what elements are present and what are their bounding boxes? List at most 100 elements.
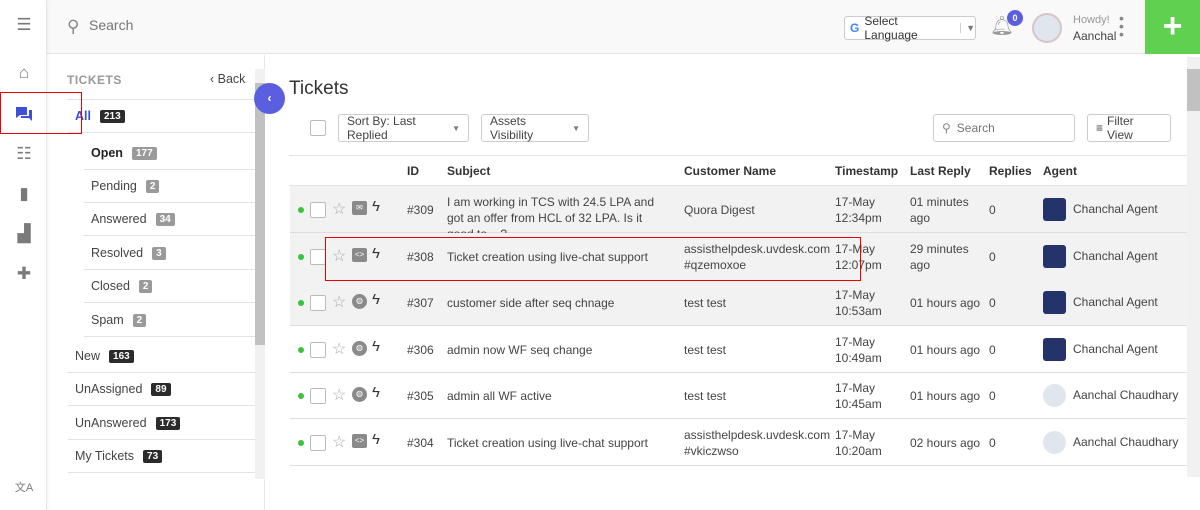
globe-icon: ◍ (352, 340, 367, 356)
ticket-search-input[interactable] (956, 121, 1057, 135)
count-badge: 213 (99, 109, 125, 123)
table-row[interactable]: ☆ <> ϟ #308 Ticket creation using live-ch… (290, 232, 1187, 280)
ticket-time: 10:45am (835, 397, 882, 412)
panel-scrollbar[interactable] (255, 69, 265, 479)
ticket-subject[interactable]: Ticket creation using live-chat support (447, 435, 672, 451)
ticket-time: 12:07pm (835, 257, 882, 272)
panel-item-closed[interactable]: Closed 2 (84, 270, 255, 303)
star-icon[interactable]: ☆ (332, 339, 346, 359)
book-icon[interactable]: ▮ (14, 184, 34, 204)
row-checkbox[interactable] (310, 202, 326, 218)
count-badge: 163 (109, 349, 134, 363)
sort-dropdown[interactable]: Sort By: Last Replied ▼ (338, 114, 469, 142)
collapse-panel-button[interactable]: ‹ (254, 83, 285, 114)
main-scrollbar[interactable] (1187, 57, 1200, 477)
row-checkbox[interactable] (310, 248, 326, 265)
agent-name[interactable]: Aanchal Chaudhary (1073, 434, 1178, 450)
table-row[interactable]: ☆ ✉ ϟ #309 I am working in TCS with 24.5 … (290, 186, 1187, 241)
status-dot (298, 300, 304, 307)
ticket-id[interactable]: #306 (407, 342, 434, 358)
column-header[interactable]: Timestamp (835, 164, 898, 178)
list-icon[interactable]: ☷ (14, 144, 34, 164)
search-icon: ⚲ (67, 17, 80, 36)
panel-item-all[interactable]: All 213 (68, 100, 255, 133)
panel-item-label: UnAnswered (75, 416, 147, 430)
puzzle-icon[interactable]: ✚ (14, 264, 34, 284)
agent-name[interactable]: Aanchal Chaudhary (1073, 387, 1178, 403)
hamburger-icon: ≡ (1096, 121, 1104, 135)
ticket-subject[interactable]: admin now WF seq change (447, 342, 672, 358)
ticket-subject[interactable]: customer side after seq chnage (447, 295, 672, 311)
agent-name[interactable]: Chanchal Agent (1073, 341, 1158, 357)
column-header[interactable]: Subject (447, 164, 490, 178)
user-avatar[interactable] (1032, 13, 1062, 43)
code-icon: <> (352, 434, 367, 448)
row-checkbox[interactable] (310, 295, 326, 312)
scroll-thumb[interactable] (1187, 69, 1200, 111)
row-checkbox[interactable] (310, 341, 326, 358)
ticket-search-box[interactable]: ⚲ (933, 114, 1075, 142)
star-icon[interactable]: ☆ (332, 432, 346, 452)
reports-icon[interactable]: ▟ (14, 224, 34, 244)
translate-icon[interactable]: 文A (14, 478, 34, 498)
agent-name[interactable]: Chanchal Agent (1073, 201, 1158, 217)
replies-count: 0 (989, 203, 996, 217)
panel-item-pending[interactable]: Pending 2 (84, 170, 255, 203)
star-icon[interactable]: ☆ (332, 385, 346, 405)
ticket-id[interactable]: #309 (407, 202, 434, 218)
select-all-checkbox[interactable] (310, 120, 326, 136)
customer-name: assisthelpdesk.uvdesk.com (684, 428, 831, 442)
star-icon[interactable]: ☆ (332, 292, 346, 312)
bolt-icon: ϟ (372, 337, 380, 355)
row-checkbox[interactable] (310, 435, 326, 451)
create-button[interactable]: + (1145, 0, 1200, 54)
ticket-id[interactable]: #304 (407, 435, 434, 451)
scroll-thumb[interactable] (255, 83, 265, 345)
ticket-date: 17-May (835, 334, 876, 349)
filter-view-button[interactable]: ≡ Filter View (1087, 114, 1171, 142)
table-row[interactable]: ☆ ◍ ϟ #306 admin now WF seq change test t… (290, 326, 1187, 373)
column-header[interactable]: Agent (1043, 164, 1077, 178)
table-row[interactable]: ☆ ◍ ϟ #305 admin all WF active test test … (290, 372, 1187, 420)
panel-item-unassigned[interactable]: UnAssigned 89 (68, 373, 255, 406)
ticket-id[interactable]: #308 (407, 249, 434, 265)
count-badge: 2 (145, 179, 160, 193)
column-header[interactable]: Customer Name (684, 164, 776, 178)
ticket-date: 17-May (835, 428, 876, 442)
panel-item-spam[interactable]: Spam 2 (84, 304, 255, 337)
global-search-input[interactable] (89, 17, 389, 33)
column-header[interactable]: Last Reply (910, 164, 971, 178)
assets-visibility-dropdown[interactable]: Assets Visibility ▼ (481, 114, 589, 142)
language-select[interactable]: G Select Language ▼ (844, 14, 976, 42)
customer-id: #qzemoxoe (684, 257, 747, 272)
bolt-icon: ϟ (372, 384, 380, 402)
last-reply: 29 minutes ago (910, 241, 969, 272)
column-header[interactable]: ID (407, 164, 419, 178)
ticket-id[interactable]: #307 (407, 295, 434, 311)
star-icon[interactable]: ☆ (332, 246, 346, 266)
panel-item-answered[interactable]: Answered 34 (84, 203, 255, 236)
back-link[interactable]: ‹ Back (210, 72, 245, 86)
panel-item-open[interactable]: Open 177 (84, 137, 255, 170)
agent-name[interactable]: Chanchal Agent (1073, 248, 1158, 264)
row-checkbox[interactable] (310, 388, 326, 405)
home-icon[interactable]: ⌂ (14, 63, 34, 83)
panel-item-unanswered[interactable]: UnAnswered 173 (68, 407, 255, 440)
panel-item-resolved[interactable]: Resolved 3 (84, 237, 255, 270)
table-row[interactable]: ☆ ◍ ϟ #307 customer side after seq chnage… (290, 279, 1187, 327)
more-vertical-icon[interactable]: • • • (1119, 11, 1125, 41)
ticket-subject[interactable]: Ticket creation using live-chat support (447, 249, 672, 265)
ticket-time: 10:20am (835, 444, 882, 458)
tickets-chat-icon[interactable] (14, 104, 34, 124)
menu-icon[interactable]: ☰ (14, 15, 34, 35)
filter-view-label: Filter View (1107, 114, 1134, 142)
panel-item-my-tickets[interactable]: My Tickets 73 (68, 440, 255, 473)
table-row[interactable]: ☆ <> ϟ #304 Ticket creation using live-ch… (290, 419, 1187, 466)
star-icon[interactable]: ☆ (332, 199, 346, 219)
panel-item-new[interactable]: New 163 (68, 340, 255, 373)
ticket-id[interactable]: #305 (407, 388, 434, 404)
agent-name[interactable]: Chanchal Agent (1073, 294, 1158, 310)
ticket-subject[interactable]: admin all WF active (447, 388, 672, 404)
column-header[interactable]: Replies (989, 164, 1032, 178)
status-dot (298, 440, 304, 446)
